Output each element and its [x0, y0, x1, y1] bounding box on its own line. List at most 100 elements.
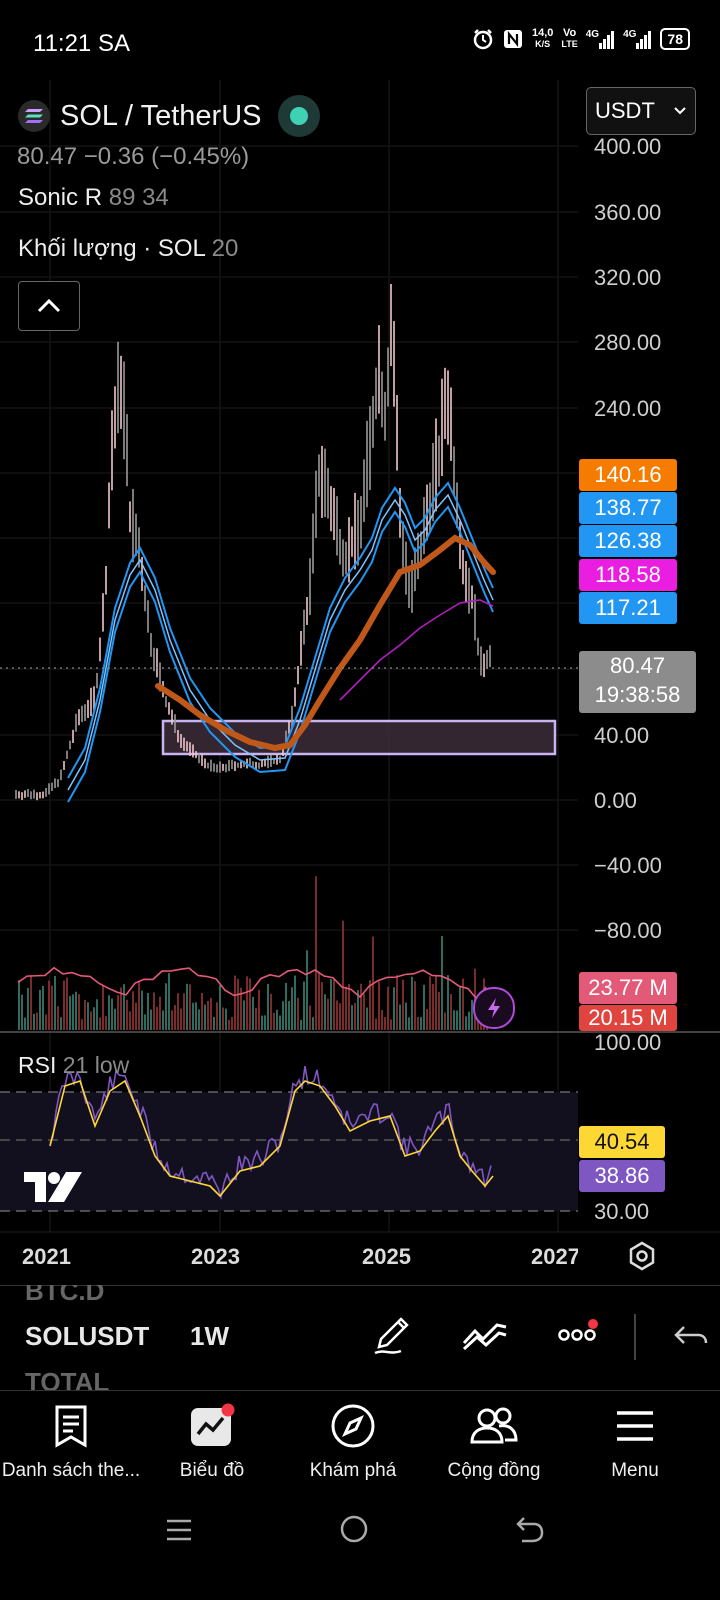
volume-bar [183, 993, 185, 1030]
volume-bar [243, 1000, 245, 1030]
volume-bar [237, 978, 239, 1030]
nav-explore[interactable]: Khám phá [281, 1398, 425, 1482]
volume-bar [204, 1004, 206, 1030]
x-axis-label: 2025 [362, 1244, 411, 1269]
community-icon [422, 1398, 566, 1454]
volume-bar [213, 1016, 215, 1030]
volume-bar [288, 1001, 290, 1030]
back-icon[interactable] [514, 1514, 546, 1549]
volume-bar [84, 999, 86, 1030]
volume-bar [429, 976, 431, 1030]
toolbar-divider [634, 1314, 636, 1360]
rsi-tag: 40.54 [579, 1126, 665, 1158]
volume-bar [468, 1011, 470, 1030]
recent-apps-icon[interactable] [165, 1516, 193, 1549]
symbol-title[interactable]: SOL / TetherUS [60, 100, 262, 133]
drawing-pen-icon[interactable] [371, 1313, 413, 1362]
volume-bar [252, 996, 254, 1030]
chart-settings-icon[interactable] [626, 1240, 658, 1277]
volume-bar [189, 984, 191, 1030]
volume-bar [159, 996, 161, 1030]
volume-bar [165, 983, 167, 1030]
indicator-params: 21 low [62, 1052, 130, 1078]
volume-bar [267, 983, 269, 1030]
indicator-params: 20 [211, 235, 239, 262]
rsi-axis-bottom: 30.00 [594, 1199, 650, 1224]
solana-logo-icon [18, 100, 50, 132]
volume-bar [276, 1009, 278, 1030]
volume-bar [348, 983, 350, 1030]
last-price-tag: 80.47 19:38:58 [579, 651, 696, 713]
volume-bar [327, 998, 329, 1030]
volume-bar [210, 997, 212, 1030]
volume-bar [255, 1007, 257, 1030]
indicator-price-tag: 117.21 [579, 592, 677, 624]
volume-bar [336, 1000, 338, 1030]
indicator-rsi[interactable]: RSI 21 low [18, 1052, 129, 1079]
price-axis-label: 400.00 [594, 134, 662, 159]
symbol-selector[interactable]: SOLUSDT [25, 1321, 149, 1352]
volume-bar [297, 997, 299, 1030]
volume-bar [18, 980, 20, 1030]
nav-community[interactable]: Cộng đồng [422, 1398, 566, 1482]
nfc-icon [502, 28, 524, 50]
nav-menu[interactable]: Menu [563, 1398, 707, 1482]
market-status-indicator[interactable] [277, 95, 320, 137]
volume-bar [144, 1014, 146, 1030]
symbol-header[interactable]: SOL / TetherUS [18, 95, 320, 137]
volume-bar [306, 950, 308, 1030]
volume-bar [42, 985, 44, 1030]
nav-chart[interactable]: Biểu đồ [140, 1398, 284, 1482]
volume-bar [444, 1012, 446, 1030]
nav-label: Khám phá [309, 1460, 397, 1481]
volume-bar [387, 986, 389, 1030]
currency-value: USDT [595, 98, 655, 123]
indicator-price-tag: 140.16 [579, 459, 677, 491]
market-open-icon [289, 107, 308, 125]
volume-bar [312, 1017, 314, 1030]
volume-bar [102, 985, 104, 1030]
nav-label: Danh sách the... [1, 1460, 141, 1481]
indicator-name: Sonic R [18, 184, 103, 211]
nav-watchlist[interactable]: Danh sách the... [0, 1398, 143, 1482]
chart-icon [140, 1398, 284, 1454]
network-speed: 14,0 K/S [531, 27, 554, 50]
more-options-icon[interactable] [557, 1313, 601, 1362]
volume-bar [129, 1011, 131, 1030]
volume-bar [216, 1002, 218, 1030]
home-icon[interactable] [339, 1514, 369, 1549]
currency-select[interactable]: USDT [586, 87, 696, 135]
signal-icon: 4G [586, 29, 615, 49]
alarm-icon [472, 28, 494, 50]
price-axis-label: 280.00 [594, 330, 662, 355]
undo-icon[interactable] [672, 1313, 712, 1362]
volume-bar [33, 1013, 35, 1030]
volume-bar [450, 994, 452, 1030]
x-axis-label: 2027 [531, 1244, 578, 1269]
battery-icon: 78 [660, 28, 690, 50]
volume-bar [273, 1012, 275, 1030]
volume-bar [264, 1015, 266, 1030]
volume-bar [381, 1009, 383, 1030]
indicator-name: Khối lượng · SOL [18, 235, 205, 262]
collapse-legend-button[interactable] [18, 281, 80, 331]
lightning-icon[interactable] [473, 987, 515, 1029]
volume-bar [78, 994, 80, 1030]
volume-bar [69, 995, 71, 1030]
volume-bar [105, 1016, 107, 1030]
indicators-icon[interactable] [461, 1313, 509, 1362]
volume-bar [366, 1007, 368, 1030]
nav-label: Cộng đồng [447, 1460, 541, 1481]
volume-bar [36, 1012, 38, 1030]
volume-bar [441, 936, 443, 1030]
indicator-sonic-r[interactable]: Sonic R 89 34 [18, 184, 169, 212]
volume-bar [192, 1002, 194, 1030]
volume-bar [417, 1017, 419, 1030]
volume-bar [318, 971, 320, 1030]
volume-bar [201, 992, 203, 1030]
volume-bar [270, 993, 272, 1030]
price-axis-label: 320.00 [594, 265, 662, 290]
interval-selector[interactable]: 1W [190, 1321, 229, 1352]
indicator-volume[interactable]: Khối lượng · SOL 20 [18, 235, 238, 263]
signal-icon-2: 4G [623, 29, 652, 49]
